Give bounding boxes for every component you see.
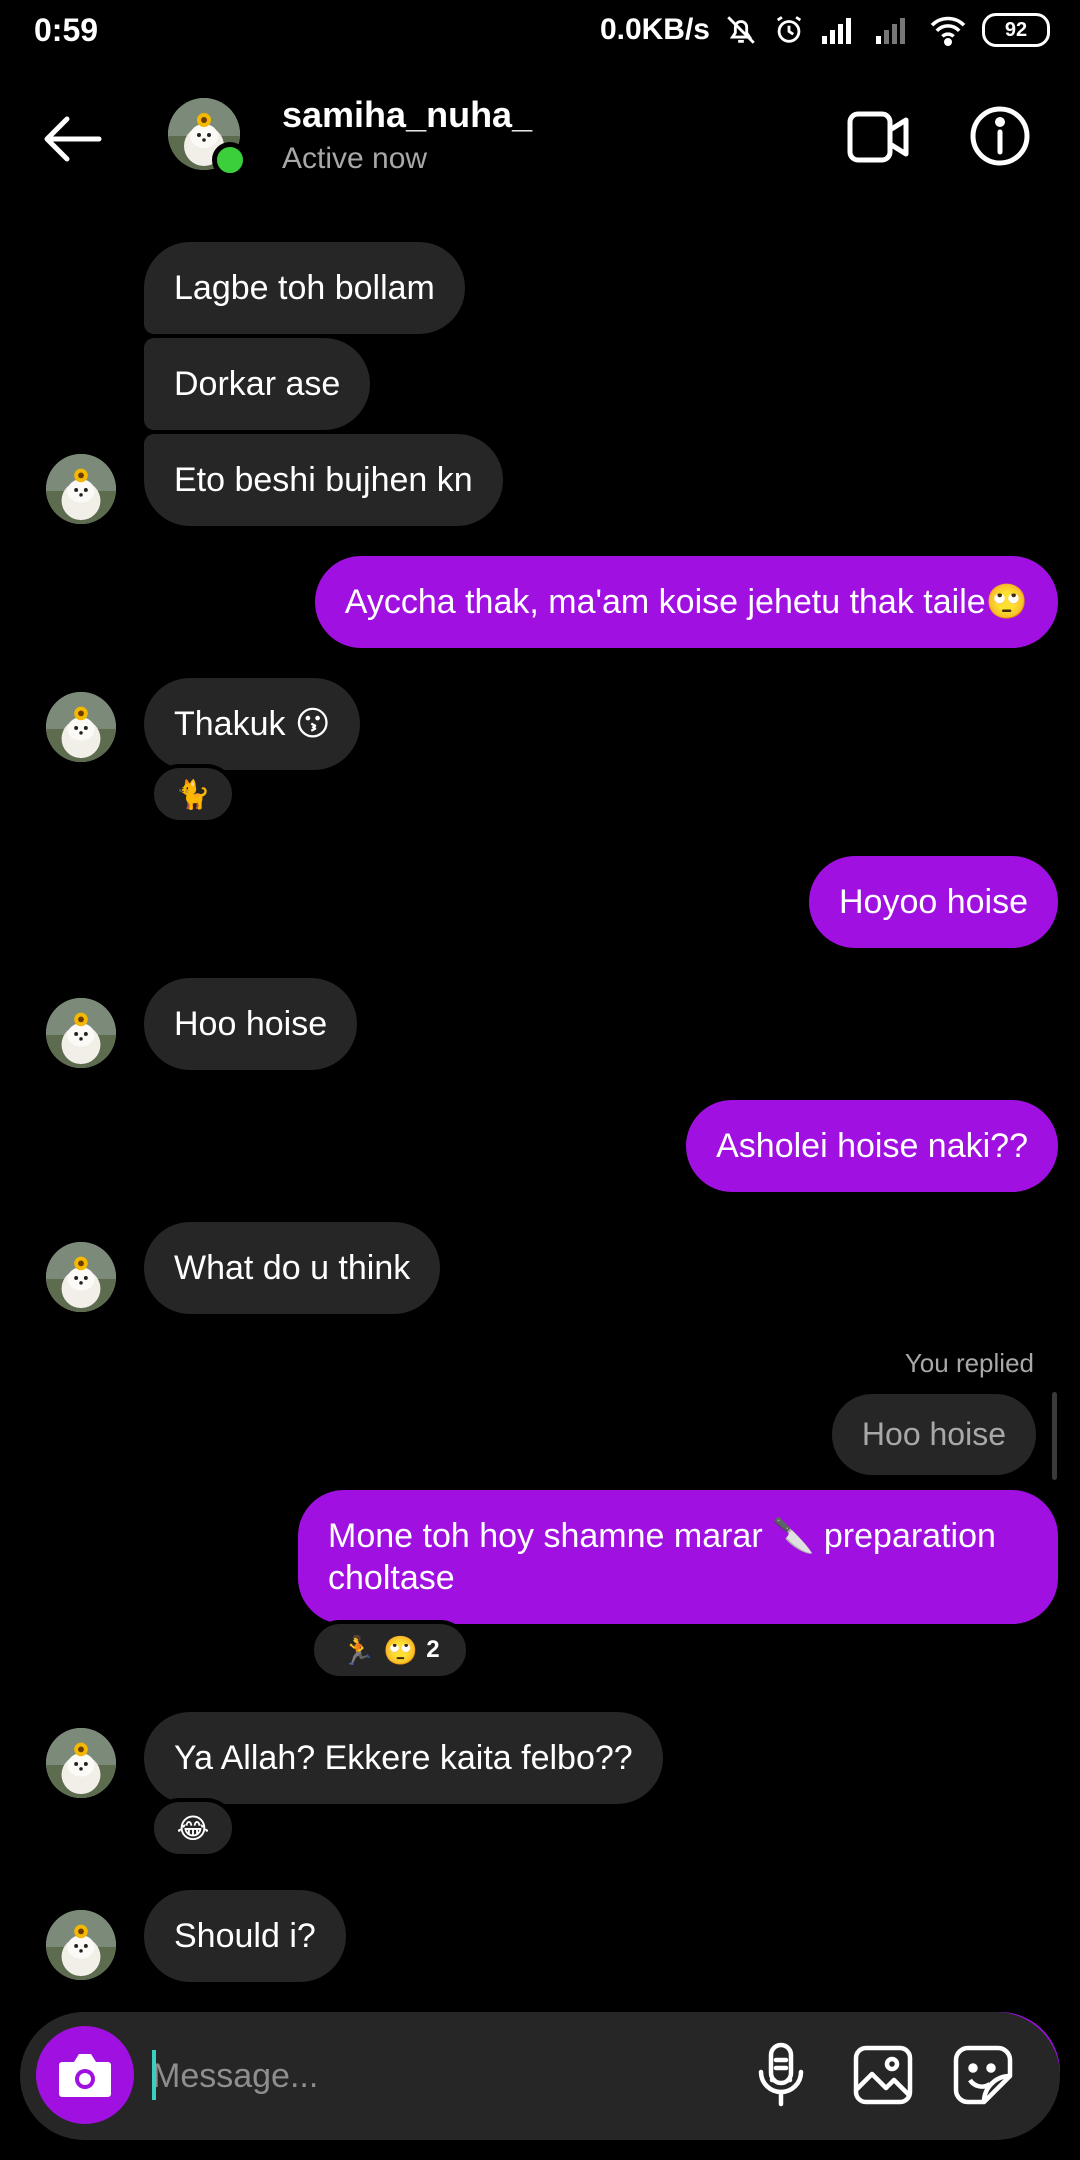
incoming-message[interactable]: Should i?	[144, 1890, 346, 1982]
status-icons: 0.0KB/s 92	[600, 12, 1050, 48]
incoming-message[interactable]: Eto beshi bujhen kn	[144, 434, 503, 526]
incoming-message[interactable]: Hoo hoise	[144, 978, 358, 1070]
dog-avatar-image	[46, 1910, 116, 1980]
dog-avatar-image	[46, 692, 116, 762]
video-call-button[interactable]	[846, 108, 912, 166]
alarm-icon	[776, 16, 802, 43]
incoming-message[interactable]: Lagbe toh bollam	[144, 242, 465, 334]
message-reaction[interactable]: 🏃 🙄 2	[310, 1620, 470, 1680]
online-indicator	[212, 142, 248, 178]
reaction-emoji: 🐈	[175, 778, 211, 810]
sender-avatar[interactable]	[46, 692, 116, 762]
back-button[interactable]	[36, 104, 110, 174]
voice-message-button[interactable]	[756, 2042, 806, 2108]
dog-avatar-image	[46, 1728, 116, 1798]
reply-indicator-bar	[1052, 1392, 1057, 1480]
outgoing-message[interactable]: Asholei hoise naki??	[686, 1100, 1058, 1192]
profile-avatar[interactable]	[168, 98, 248, 178]
incoming-message[interactable]: Ya Allah? Ekkere kaita felbo??	[144, 1712, 663, 1804]
you-replied-label: You replied	[904, 1348, 1034, 1378]
signal-icon	[822, 18, 851, 44]
gallery-button[interactable]	[852, 2044, 914, 2106]
camera-icon	[59, 2054, 111, 2097]
dog-avatar-image	[46, 1242, 116, 1312]
dog-avatar-image	[46, 454, 116, 524]
mute-icon	[727, 16, 755, 44]
replied-quote[interactable]: Hoo hoise	[831, 1394, 1036, 1475]
sender-avatar[interactable]	[46, 1728, 116, 1798]
sender-avatar[interactable]	[46, 998, 116, 1068]
message-line: choltase	[328, 1559, 455, 1597]
sender-avatar[interactable]	[46, 1242, 116, 1312]
outgoing-message[interactable]: Hoyoo hoise	[808, 856, 1058, 948]
video-camera-icon	[847, 111, 909, 163]
sticker-button[interactable]	[952, 2044, 1014, 2106]
signal-weak-icon	[876, 18, 905, 44]
text-cursor	[152, 2050, 156, 2100]
sender-avatar[interactable]	[46, 454, 116, 524]
active-status: Active now	[282, 142, 428, 175]
microphone-icon	[758, 2042, 804, 2107]
reaction-emoji: 🏃	[340, 1634, 376, 1666]
reaction-emoji: 🙄	[383, 1634, 419, 1666]
message-input[interactable]	[150, 2040, 714, 2112]
network-speed: 0.0KB/s	[599, 13, 710, 46]
sticker-icon	[953, 2045, 1013, 2105]
incoming-message[interactable]: What do u think	[144, 1222, 441, 1314]
outgoing-message[interactable]: Mone toh hoy shamne marar 🔪 preparation …	[298, 1490, 1058, 1624]
info-button[interactable]	[968, 104, 1032, 168]
dog-avatar-image	[46, 998, 116, 1068]
sender-avatar[interactable]	[46, 1910, 116, 1980]
chat-username[interactable]: samiha_nuha_	[282, 94, 532, 136]
image-icon	[853, 2045, 913, 2105]
message-reaction[interactable]: 😂	[150, 1798, 236, 1858]
reaction-count: 2	[426, 1636, 440, 1663]
message-reaction[interactable]: 🐈	[150, 764, 236, 824]
status-time: 0:59	[34, 12, 99, 48]
wifi-icon	[930, 16, 966, 46]
incoming-message[interactable]: Dorkar ase	[144, 338, 371, 430]
info-icon	[970, 106, 1030, 166]
reaction-emoji: 😂	[176, 1812, 210, 1844]
incoming-message[interactable]: Thakuk 😗	[144, 678, 361, 770]
battery-indicator: 92	[982, 13, 1050, 47]
outgoing-message[interactable]: Ayccha thak, ma'am koise jehetu thak tai…	[314, 556, 1058, 648]
message-line: Mone toh hoy shamne marar 🔪 preparation	[328, 1517, 996, 1555]
camera-button[interactable]	[36, 2026, 134, 2124]
arrow-left-icon	[44, 116, 102, 162]
